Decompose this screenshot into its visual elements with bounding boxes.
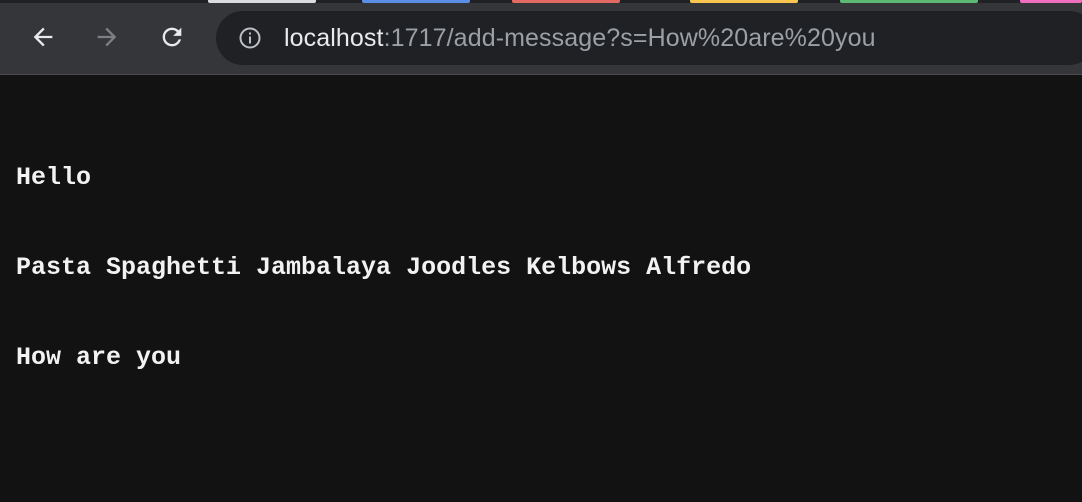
arrow-right-icon xyxy=(97,27,117,47)
info-circle-icon[interactable] xyxy=(238,26,262,50)
message-line: Pasta Spaghetti Jambalaya Joodles Kelbow… xyxy=(16,253,752,282)
message-line: Hello xyxy=(16,163,92,192)
arrow-left-icon xyxy=(33,27,53,47)
reload-button[interactable] xyxy=(155,20,189,54)
message-line: How are you xyxy=(16,343,182,372)
message-list: Hello Pasta Spaghetti Jambalaya Joodles … xyxy=(16,103,751,433)
url-path: :1717/add-message?s=How%20are%20you xyxy=(383,24,876,52)
browser-window: localhost:1717/add-message?s=How%20are%2… xyxy=(0,0,1082,502)
reload-icon xyxy=(162,27,182,47)
browser-toolbar: localhost:1717/add-message?s=How%20are%2… xyxy=(0,3,1082,75)
page-content: Hello Pasta Spaghetti Jambalaya Joodles … xyxy=(0,75,1082,502)
forward-button[interactable] xyxy=(90,20,124,54)
url-text[interactable]: localhost:1717/add-message?s=How%20are%2… xyxy=(284,24,876,52)
back-button[interactable] xyxy=(26,20,60,54)
url-host: localhost xyxy=(284,24,384,52)
address-bar[interactable]: localhost:1717/add-message?s=How%20are%2… xyxy=(216,11,1082,65)
